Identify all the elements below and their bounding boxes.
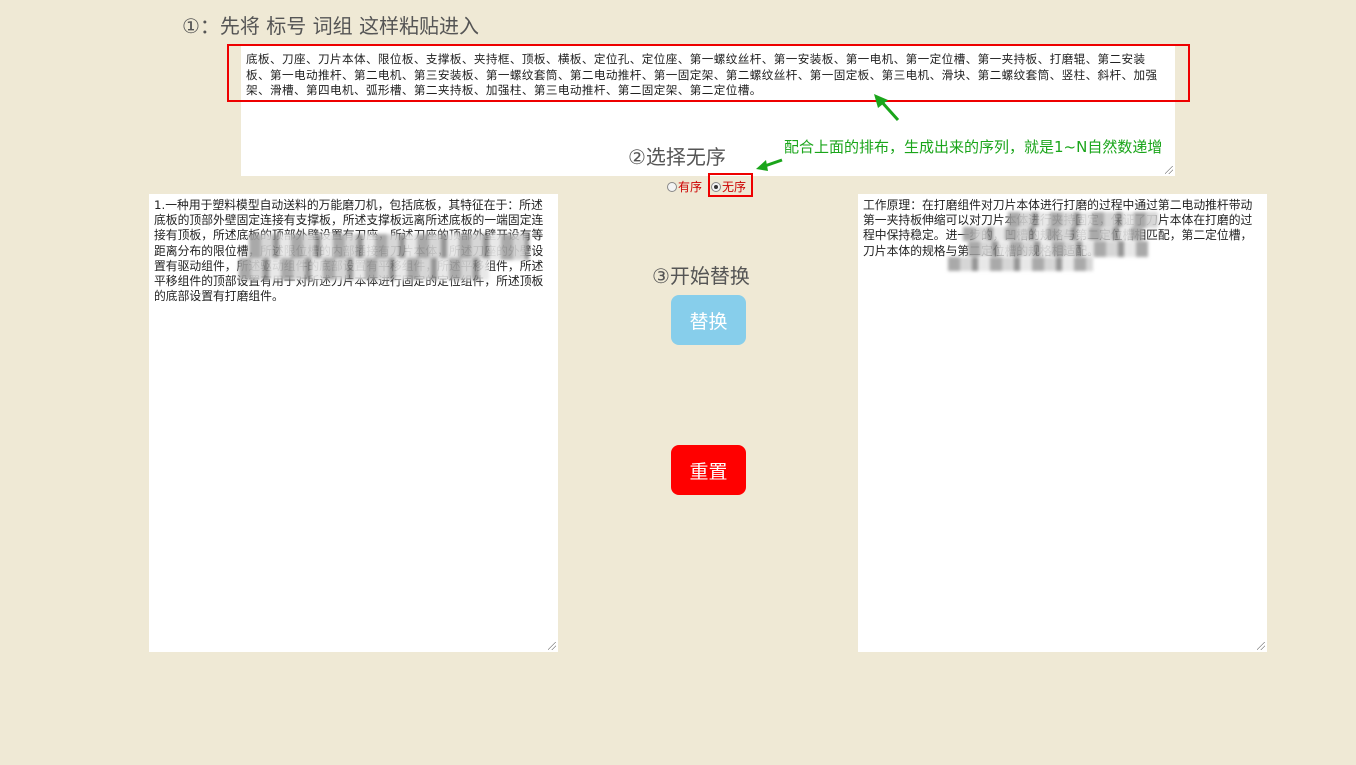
redaction-blur	[1008, 212, 1158, 228]
resize-handle-icon[interactable]	[548, 642, 556, 650]
arrow-left-icon	[756, 158, 783, 171]
result-text-textarea[interactable]: 工作原理：在打磨组件对刀片本体进行打磨的过程中通过第二电动推杆带动第一夹持板伸缩…	[858, 194, 1267, 652]
redaction-blur	[948, 257, 1093, 271]
redaction-blur	[963, 227, 1143, 241]
annotation-note: 配合上面的排布，生成出来的序列，就是1~N自然数递增	[784, 138, 1163, 156]
keyword-input-value: 底板、刀座、刀片本体、限位板、支撑板、夹持框、顶板、横板、定位孔、定位座、第一螺…	[246, 52, 1158, 97]
reset-button[interactable]: 重置	[671, 445, 746, 495]
source-text-textarea[interactable]: 1.一种用于塑料模型自动送料的万能磨刀机，包括底板，其特征在于：所述底板的顶部外…	[149, 194, 558, 652]
radio-ordered-label: 有序	[678, 180, 703, 194]
resize-handle-icon[interactable]	[1165, 166, 1173, 174]
redaction-blur	[968, 241, 1148, 257]
redaction-blur	[249, 234, 529, 260]
replace-button[interactable]: 替换	[671, 295, 746, 345]
radio-unchecked-icon[interactable]	[667, 181, 677, 192]
step2-instruction: ②选择无序	[628, 145, 726, 169]
arrow-up-icon	[874, 94, 900, 122]
resize-handle-icon[interactable]	[1257, 642, 1265, 650]
redaction-blur	[239, 258, 489, 280]
step1-instruction: ①：先将 标号 词组 这样粘贴进入	[182, 14, 480, 38]
step3-instruction: ③开始替换	[652, 264, 750, 288]
radio-highlight-frame	[708, 173, 753, 197]
radio-ordered[interactable]: 有序	[667, 178, 702, 195]
